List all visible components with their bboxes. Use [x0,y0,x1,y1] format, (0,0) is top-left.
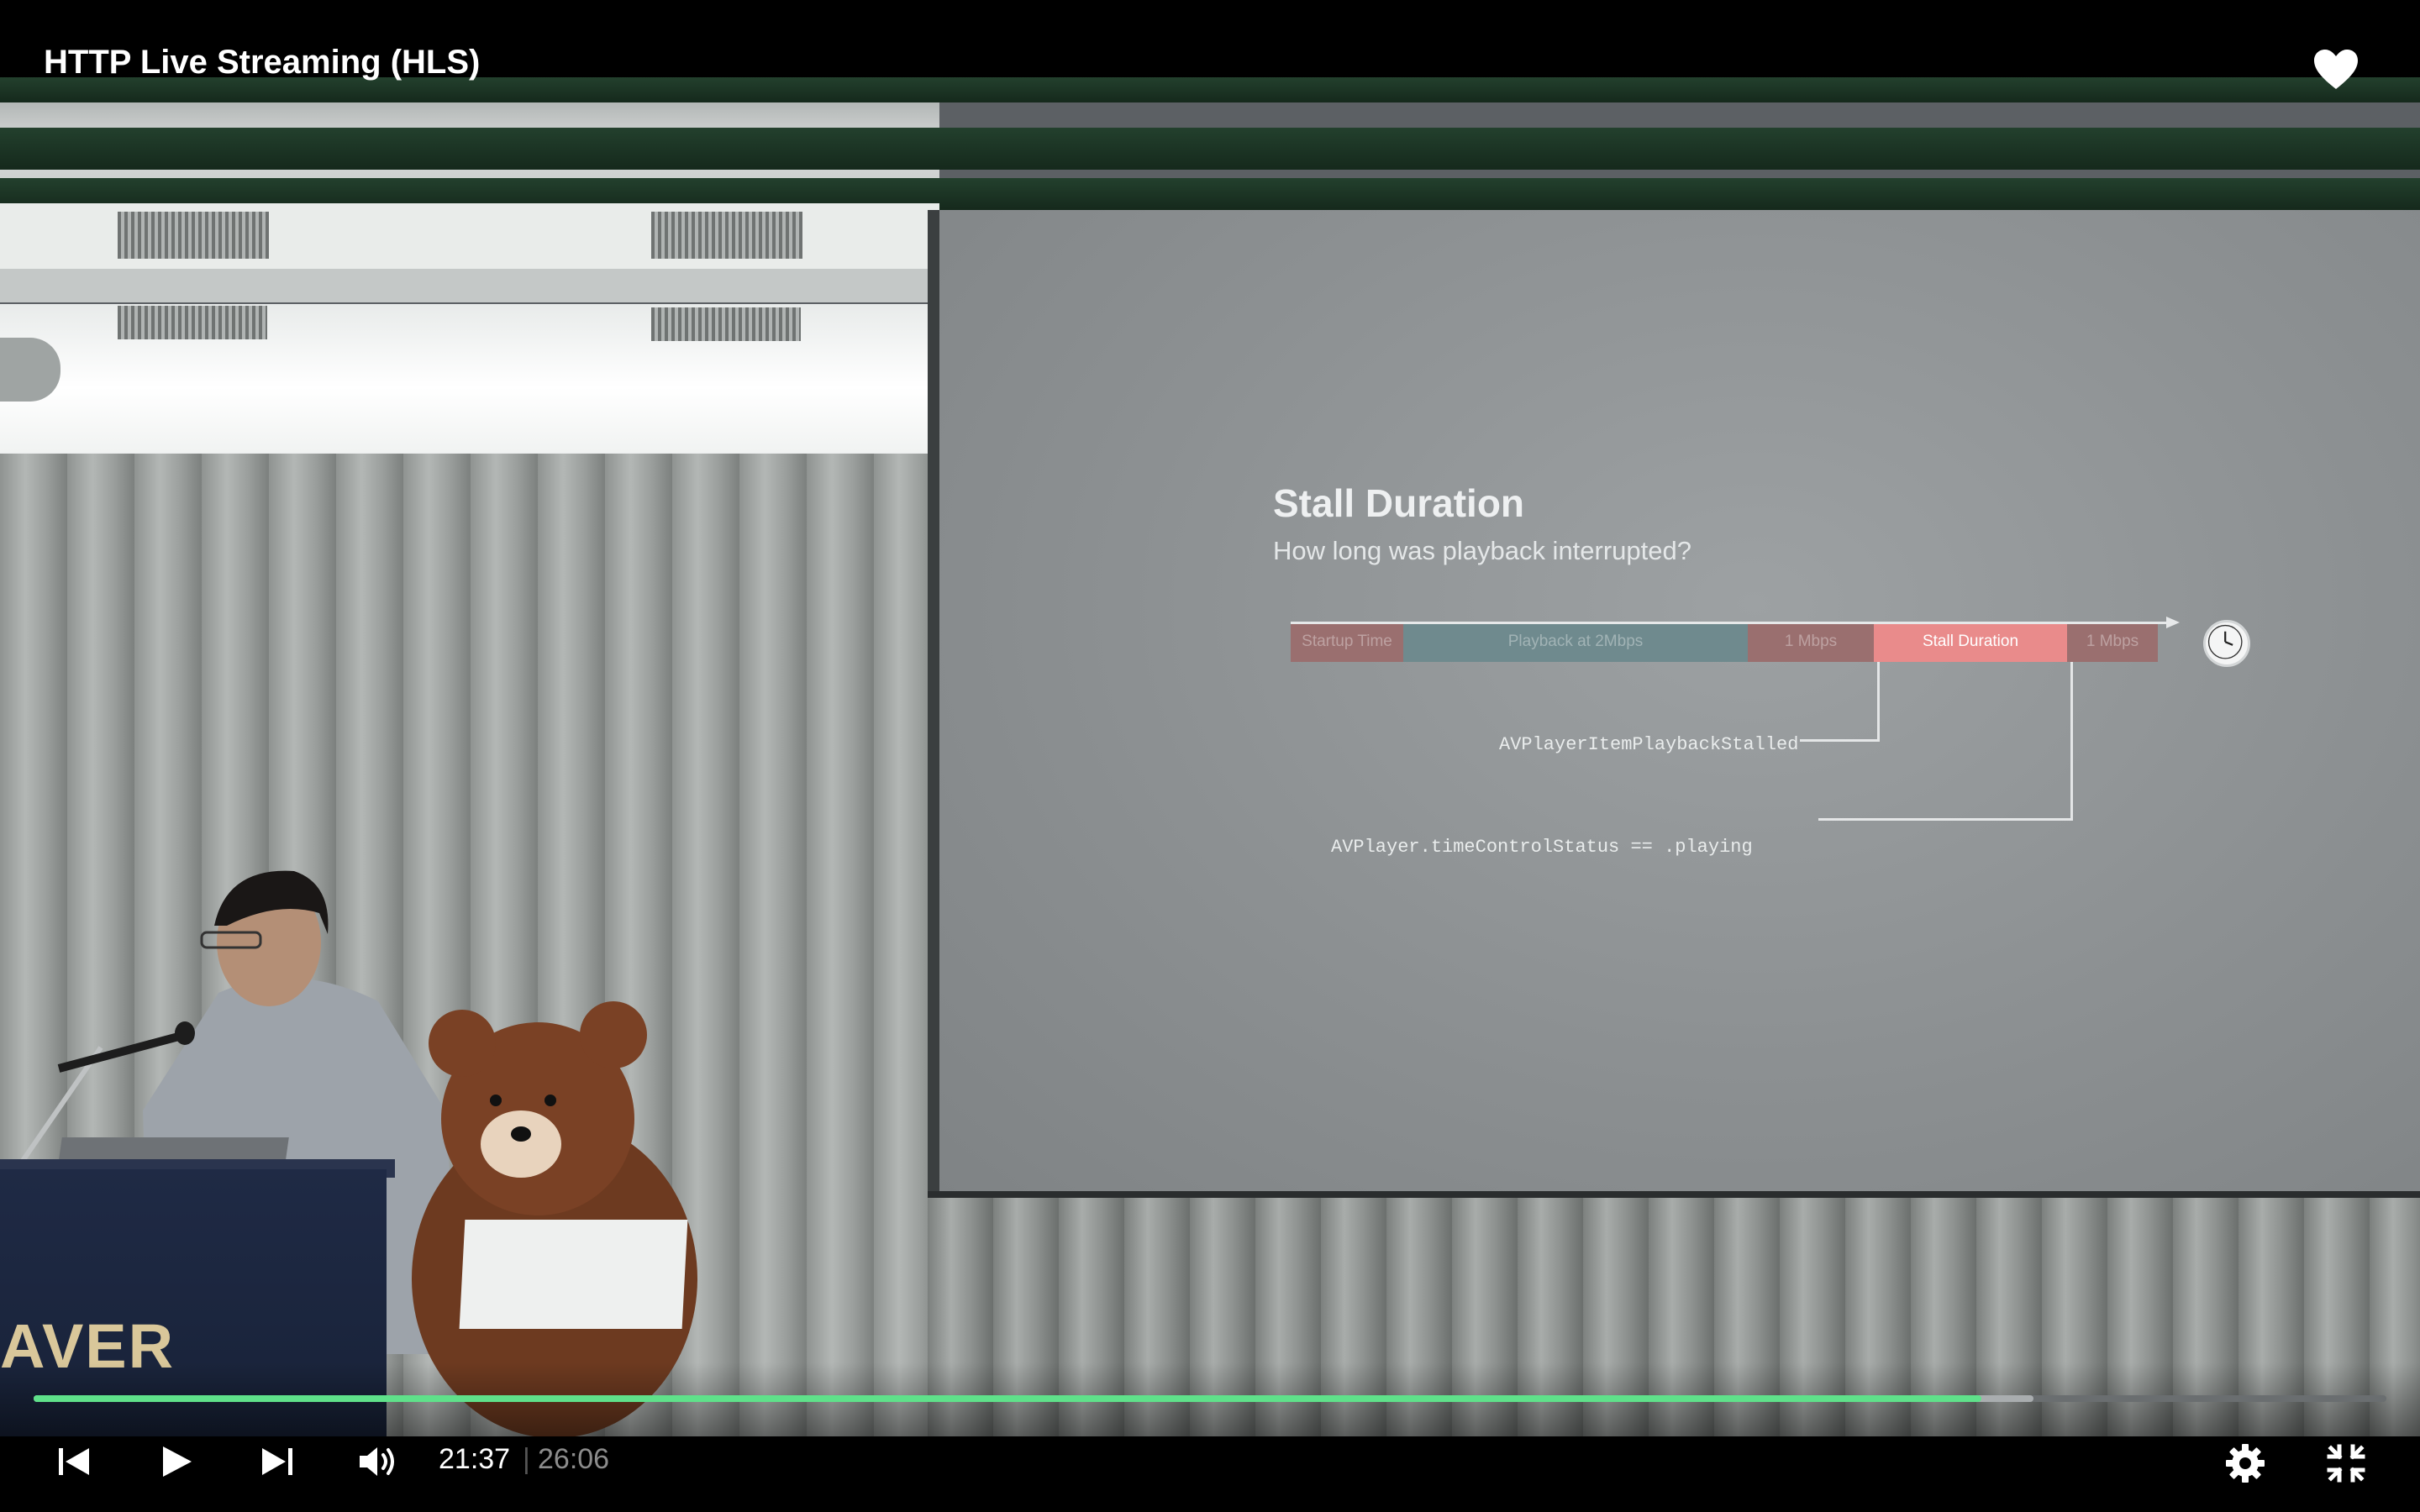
exit-fullscreen-icon[interactable] [2326,1443,2366,1483]
timeline-arrow-icon [2166,617,2180,628]
progress-played[interactable] [34,1395,1981,1402]
skip-next-icon[interactable] [259,1443,296,1480]
total-duration: 26:06 [538,1443,610,1475]
microphone-stand [14,1021,195,1169]
ceiling-vent [118,212,269,259]
playing-connector [1818,662,2073,821]
play-icon[interactable] [158,1443,195,1480]
timeline-axis [1291,622,2175,624]
gear-icon[interactable] [2225,1443,2265,1483]
ceiling-beam [0,269,939,302]
timeline-segment-startup: Startup Time [1291,622,1403,662]
timeline-segment-1mbps-end: 1 Mbps [2067,622,2158,662]
ceiling-vent [651,212,802,259]
projector [0,338,60,402]
ceiling-vent [651,307,801,341]
ceiling-rail [0,128,2420,170]
slide-title: Stall Duration [1273,481,1525,525]
slide-timeline: Startup Time Playback at 2Mbps 1 Mbps St… [1291,622,2165,662]
ceiling-vent [118,306,267,339]
timeline-segment-playback: Playback at 2Mbps [1403,622,1748,662]
timeline-segment-stall: Stall Duration [1874,622,2067,662]
current-time: 21:37 [439,1443,511,1475]
code-stalled: AVPlayerItemPlaybackStalled [1499,734,1799,755]
projection-screen [939,210,2420,1194]
slide-subtitle: How long was playback interrupted? [1273,536,1691,565]
clock-icon [2203,620,2250,667]
code-playing: AVPlayer.timeControlStatus == .playing [1331,837,1753,858]
timeline-segment-1mbps: 1 Mbps [1748,622,1874,662]
screen-bottom-edge [928,1191,2420,1198]
volume-icon[interactable] [356,1443,403,1480]
video-title: HTTP Live Streaming (HLS) [44,44,481,81]
heart-icon[interactable] [2312,49,2360,91]
chair [459,1220,688,1329]
video-frame[interactable]: Stall Duration How long was playback int… [0,77,2420,1436]
skip-previous-icon[interactable] [55,1443,92,1480]
time-separator: | [523,1443,530,1475]
screen-edge [928,210,939,1198]
